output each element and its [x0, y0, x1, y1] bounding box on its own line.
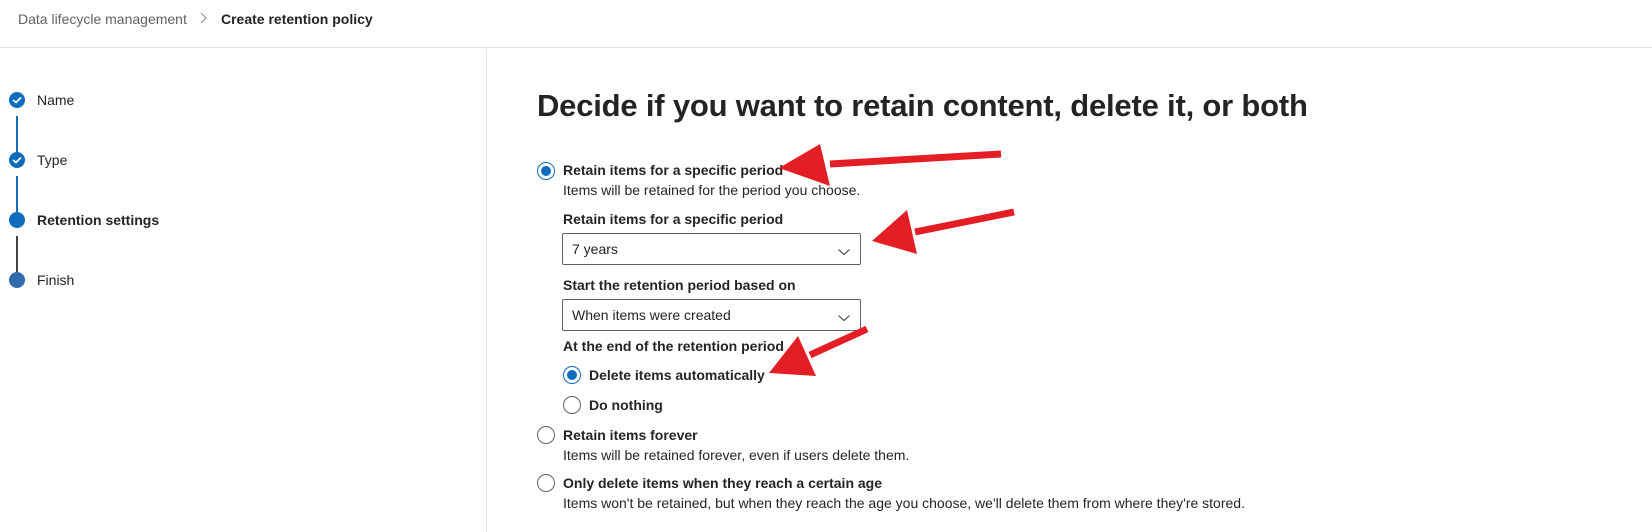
- chevron-down-icon: [837, 310, 851, 322]
- checkmark-icon: [12, 96, 22, 104]
- chevron-down-icon: [837, 244, 851, 256]
- option-label-delete-automatically[interactable]: Delete items automatically: [589, 367, 765, 383]
- dropdown-selected-value: 7 years: [572, 241, 618, 257]
- page-title: Decide if you want to retain content, de…: [537, 88, 1308, 123]
- step-completed-icon: [9, 92, 25, 108]
- checkmark-icon: [12, 156, 22, 164]
- option-label-do-nothing[interactable]: Do nothing: [589, 397, 663, 413]
- step-connector: [16, 176, 18, 214]
- breadcrumb-current: Create retention policy: [221, 11, 373, 27]
- wizard-steps-sidebar: Name Type Retention settings Finish: [0, 49, 487, 532]
- step-connector: [16, 236, 18, 274]
- start-field-label: Start the retention period based on: [563, 277, 796, 293]
- option-description: Items will be retained forever, even if …: [563, 447, 910, 463]
- step-label: Retention settings: [37, 212, 160, 228]
- end-action-label: At the end of the retention period: [563, 338, 784, 354]
- radio-retain-forever[interactable]: [537, 426, 555, 444]
- period-field-label: Retain items for a specific period: [563, 211, 784, 227]
- option-description: Items won't be retained, but when they r…: [563, 495, 1245, 511]
- breadcrumb-header: Data lifecycle management Create retenti…: [0, 0, 1652, 48]
- dropdown-selected-value: When items were created: [572, 307, 731, 323]
- step-label: Name: [37, 92, 75, 108]
- annotation-arrow-icon: [872, 208, 1015, 254]
- radio-retain-specific-period[interactable]: [537, 162, 555, 180]
- retention-start-dropdown[interactable]: When items were created: [562, 299, 861, 331]
- step-label: Type: [37, 152, 68, 168]
- retention-period-dropdown[interactable]: 7 years: [562, 233, 861, 265]
- radio-delete-automatically[interactable]: [563, 366, 581, 384]
- step-connector: [16, 116, 18, 154]
- option-label-retain-forever[interactable]: Retain items forever: [563, 427, 698, 443]
- option-label-only-delete-at-age[interactable]: Only delete items when they reach a cert…: [563, 475, 882, 491]
- step-label: Finish: [37, 272, 75, 288]
- step-current-icon: [9, 212, 25, 228]
- step-pending-icon: [9, 272, 25, 288]
- radio-do-nothing[interactable]: [563, 396, 581, 414]
- option-description: Items will be retained for the period yo…: [563, 182, 861, 198]
- breadcrumb-link-data-lifecycle-management[interactable]: Data lifecycle management: [18, 11, 187, 27]
- radio-only-delete-at-age[interactable]: [537, 474, 555, 492]
- chevron-right-icon: [197, 10, 211, 26]
- annotation-arrow-icon: [779, 144, 1002, 186]
- option-label-retain-specific-period[interactable]: Retain items for a specific period: [563, 162, 783, 178]
- step-completed-icon: [9, 152, 25, 168]
